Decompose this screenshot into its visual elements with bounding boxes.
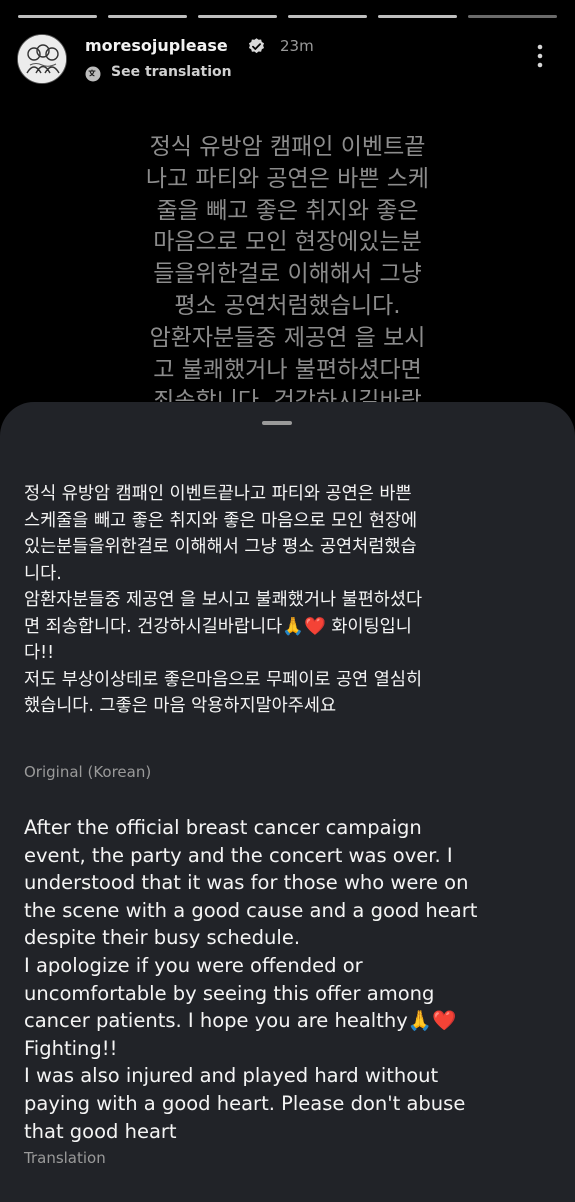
progress-segment xyxy=(378,15,457,18)
avatar-illustration-icon xyxy=(18,35,66,83)
progress-segment xyxy=(288,15,367,18)
post-time: 23m xyxy=(280,37,314,55)
translate-icon xyxy=(85,66,101,82)
story-header: moresojuplease 23m See translation xyxy=(17,34,557,94)
progress-segment xyxy=(468,15,557,18)
translation-label: Translation xyxy=(24,1149,106,1167)
story-image-text: 정식 유방암 캠패인 이벤트끝 나고 파티와 공연은 바쁜 스케 줄을 빼고 좋… xyxy=(145,134,430,402)
progress-segment xyxy=(18,15,97,18)
translation-sheet: 정식 유방암 캠패인 이벤트끝나고 파티와 공연은 바쁜 스케줄을 빼고 좋은 … xyxy=(0,402,575,1202)
progress-segment xyxy=(198,15,277,18)
story-progress-bar xyxy=(0,15,575,18)
more-vertical-icon[interactable] xyxy=(530,42,550,70)
avatar[interactable] xyxy=(17,34,67,84)
translated-text: After the official breast cancer campaig… xyxy=(24,816,478,1143)
original-text: 정식 유방암 캠패인 이벤트끝나고 파티와 공연은 바쁜 스케줄을 빼고 좋은 … xyxy=(24,484,423,716)
progress-segment xyxy=(108,15,187,18)
verified-badge-icon xyxy=(248,38,265,54)
see-translation-label: See translation xyxy=(111,64,232,80)
sheet-drag-handle[interactable] xyxy=(262,421,292,425)
username[interactable]: moresojuplease xyxy=(85,36,228,55)
original-language-label: Original (Korean) xyxy=(24,763,152,781)
